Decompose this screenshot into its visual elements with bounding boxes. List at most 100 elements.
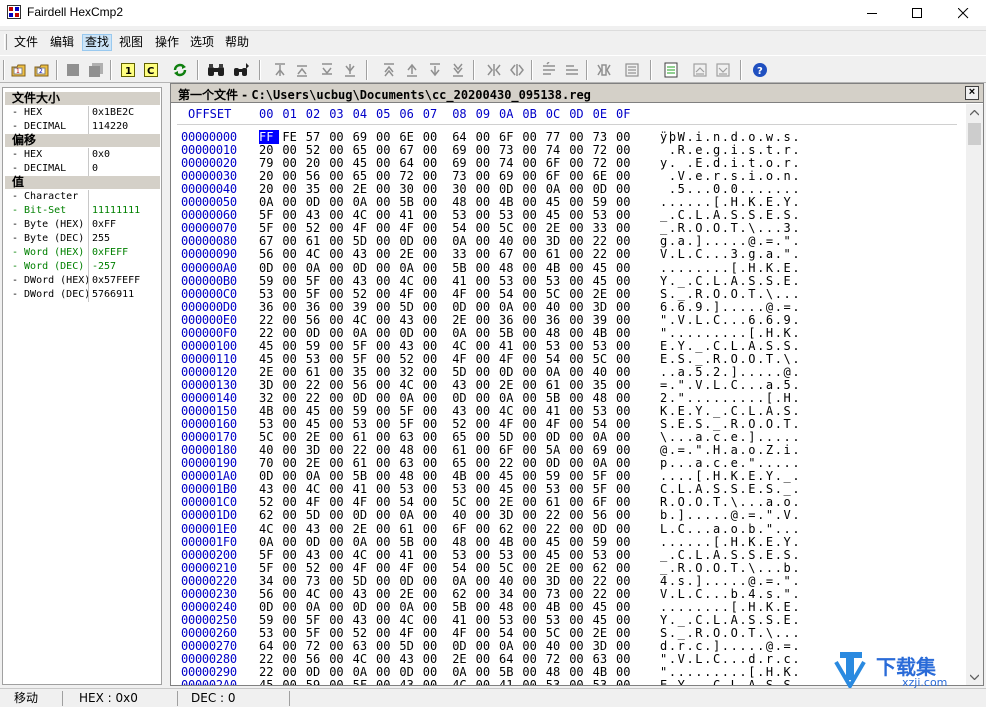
hex-byte[interactable]: 3D xyxy=(499,508,519,522)
hex-byte[interactable]: 5F xyxy=(259,548,279,562)
prev-block-button[interactable] xyxy=(402,60,422,80)
hex-byte[interactable]: 52 xyxy=(306,221,326,235)
hex-byte[interactable]: 0D xyxy=(353,261,373,275)
hex-byte[interactable]: 4F xyxy=(499,352,519,366)
hex-byte[interactable]: 5D xyxy=(399,639,419,653)
hex-byte[interactable]: 79 xyxy=(259,156,279,170)
hex-byte[interactable]: 00 xyxy=(569,378,589,392)
hex-byte[interactable]: 00 xyxy=(282,652,302,666)
hex-row[interactable]: 00000190 70 00 2E 00 61 00 63 00 65 00 22 00 0D 00 0A 00… xyxy=(171,456,961,470)
hex-byte[interactable]: 00 xyxy=(616,613,636,627)
hex-byte[interactable]: 0A xyxy=(353,326,373,340)
hex-byte[interactable]: 00 xyxy=(376,508,396,522)
hex-byte[interactable]: 5D xyxy=(306,508,326,522)
hex-byte[interactable]: 00 xyxy=(329,313,349,327)
hex-byte[interactable]: 00 xyxy=(376,626,396,640)
hex-byte[interactable]: 00 xyxy=(476,261,496,275)
hex-byte[interactable]: 63 xyxy=(399,456,419,470)
hex-byte[interactable]: 00 xyxy=(423,195,443,209)
hex-byte[interactable]: 00 xyxy=(616,587,636,601)
hex-byte[interactable]: 48 xyxy=(452,535,472,549)
hex-byte[interactable]: 2E xyxy=(499,378,519,392)
hex-byte[interactable]: 00 xyxy=(423,482,443,496)
hex-byte[interactable]: 00 xyxy=(616,456,636,470)
hex-byte[interactable]: 00 xyxy=(522,261,542,275)
hex-byte[interactable]: 4F xyxy=(399,221,419,235)
hex-byte[interactable]: 22 xyxy=(306,378,326,392)
hex-panel[interactable]: 第一个文件 - C:\Users\ucbug\Documents\cc_2020… xyxy=(170,83,984,686)
hex-byte[interactable]: 00 xyxy=(423,404,443,418)
hex-byte[interactable]: 0A xyxy=(259,535,279,549)
hex-byte[interactable]: 4B xyxy=(259,404,279,418)
hex-byte[interactable]: 00 xyxy=(423,561,443,575)
hex-byte[interactable]: 22 xyxy=(259,652,279,666)
menu-help[interactable]: 帮助 xyxy=(223,34,251,51)
hex-byte[interactable]: 00 xyxy=(522,156,542,170)
hex-byte[interactable]: 52 xyxy=(452,417,472,431)
hex-byte[interactable]: 40 xyxy=(499,574,519,588)
hex-row[interactable]: 000000A0 0D 00 0A 00 0D 00 0A 00 5B 00 48 00 4B 00 45 00… xyxy=(171,261,961,275)
hex-byte[interactable]: 00 xyxy=(282,247,302,261)
hex-byte[interactable]: 00 xyxy=(569,156,589,170)
row-ascii[interactable]: _.R.O.O.T.\...b. xyxy=(660,561,801,575)
hex-byte[interactable]: 0A xyxy=(399,261,419,275)
hex-byte[interactable]: 20 xyxy=(259,182,279,196)
hex-byte[interactable]: 00 xyxy=(376,417,396,431)
hex-byte[interactable]: 53 xyxy=(593,208,613,222)
hex-byte[interactable]: 00 xyxy=(522,208,542,222)
hex-byte[interactable]: 00 xyxy=(423,130,443,144)
hex-byte[interactable]: 00 xyxy=(329,352,349,366)
refresh-button[interactable] xyxy=(170,60,190,80)
hex-byte[interactable]: 0D xyxy=(353,508,373,522)
hex-byte[interactable]: 5F xyxy=(593,469,613,483)
hex-byte[interactable]: 00 xyxy=(282,639,302,653)
row-ascii[interactable]: ".........[.H.K. xyxy=(660,326,801,340)
hex-byte[interactable]: 00 xyxy=(423,208,443,222)
row-ascii[interactable]: 6.6.9.].....@.=. xyxy=(660,300,801,314)
hex-byte[interactable]: 43 xyxy=(399,339,419,353)
hex-byte[interactable]: 0D xyxy=(399,665,419,679)
hex-byte[interactable]: 00 xyxy=(329,391,349,405)
hex-byte[interactable]: 5F xyxy=(399,417,419,431)
hex-row[interactable]: 00000070 5F 00 52 00 4F 00 4F 00 54 00 5C 00 2E 00 33 00… xyxy=(171,221,961,235)
hex-byte[interactable]: 5F xyxy=(353,339,373,353)
hex-byte[interactable]: 53 xyxy=(546,678,566,685)
hex-byte[interactable]: 00 xyxy=(329,665,349,679)
hex-byte[interactable]: FE xyxy=(282,130,302,144)
row-ascii[interactable]: 2.".........[.H. xyxy=(660,391,801,405)
hex-byte[interactable]: 00 xyxy=(522,404,542,418)
hex-byte[interactable]: 00 xyxy=(616,300,636,314)
hex-byte[interactable]: 45 xyxy=(593,274,613,288)
hex-byte[interactable]: 00 xyxy=(476,469,496,483)
hex-byte[interactable]: 00 xyxy=(616,274,636,288)
menu-view[interactable]: 视图 xyxy=(117,34,145,51)
hex-byte[interactable]: 00 xyxy=(522,378,542,392)
hex-row[interactable]: 00000240 0D 00 0A 00 0D 00 0A 00 5B 00 48 00 4B 00 45 00… xyxy=(171,600,961,614)
hex-byte[interactable]: 0A xyxy=(399,508,419,522)
hex-byte[interactable]: 00 xyxy=(329,326,349,340)
hex-byte[interactable]: 77 xyxy=(546,130,566,144)
hex-byte[interactable]: 00 xyxy=(329,548,349,562)
hex-byte[interactable]: 2E xyxy=(546,221,566,235)
hex-byte[interactable]: 0D xyxy=(353,391,373,405)
hex-byte[interactable]: 0D xyxy=(452,639,472,653)
hex-byte[interactable]: 00 xyxy=(329,535,349,549)
hex-byte[interactable]: 00 xyxy=(329,456,349,470)
hex-byte[interactable]: 57 xyxy=(306,130,326,144)
hex-byte[interactable]: 61 xyxy=(546,378,566,392)
hex-byte[interactable]: 5F xyxy=(593,482,613,496)
hex-byte[interactable]: 00 xyxy=(569,430,589,444)
stop-button[interactable] xyxy=(63,60,83,80)
hex-byte[interactable]: 0A xyxy=(306,261,326,275)
hex-byte[interactable]: 00 xyxy=(282,378,302,392)
hex-byte[interactable]: 00 xyxy=(569,352,589,366)
hex-byte[interactable]: 2E xyxy=(593,626,613,640)
row-ascii[interactable]: C.L.A.S.S.E.S._. xyxy=(660,482,801,496)
hex-byte[interactable]: 00 xyxy=(282,417,302,431)
hex-byte[interactable]: 00 xyxy=(522,143,542,157)
hex-byte[interactable]: 54 xyxy=(399,495,419,509)
hex-byte[interactable]: 5D xyxy=(499,430,519,444)
hex-byte[interactable]: 53 xyxy=(593,678,613,685)
hex-byte[interactable]: 00 xyxy=(616,678,636,685)
hex-byte[interactable]: 0D xyxy=(499,182,519,196)
